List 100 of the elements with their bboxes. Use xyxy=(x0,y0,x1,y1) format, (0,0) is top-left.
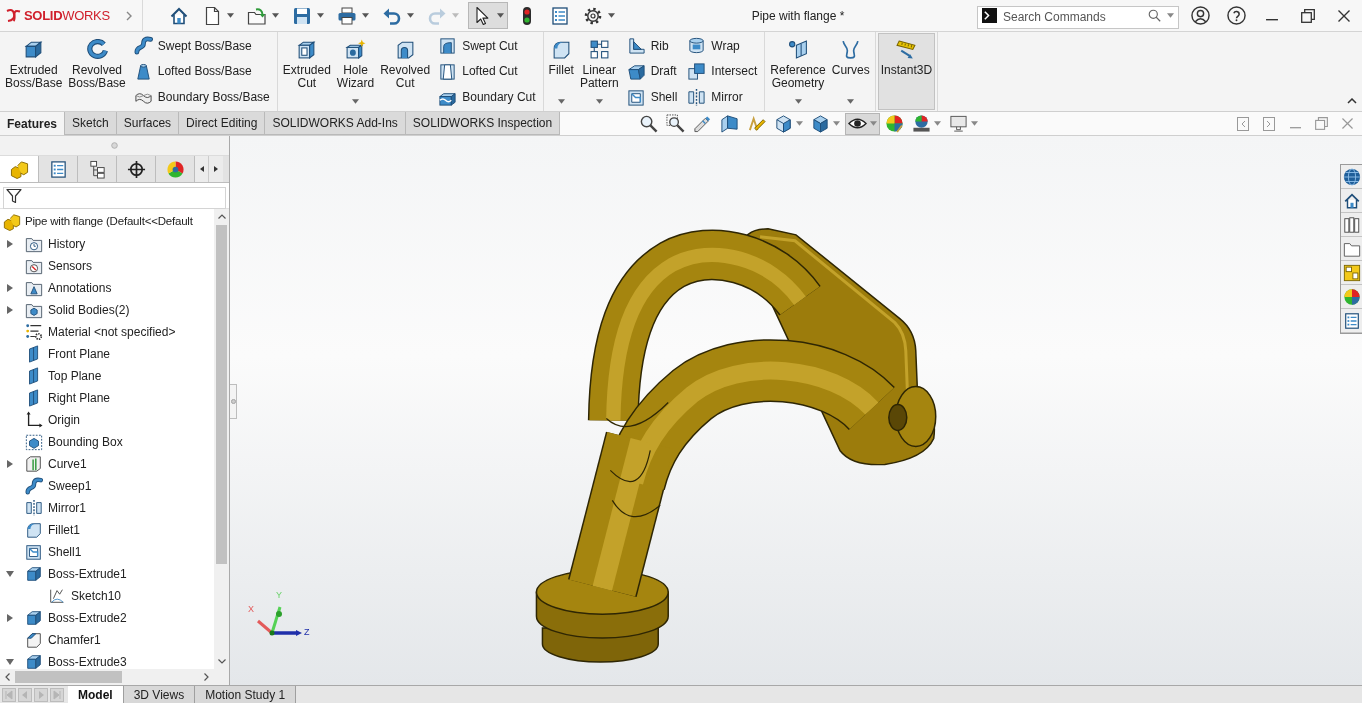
tree-item-label[interactable]: Curve1 xyxy=(48,455,87,473)
command-tab[interactable]: Surfaces xyxy=(116,112,180,135)
bottom-tab[interactable]: 3D Views xyxy=(123,686,196,703)
ribbon-tool-button[interactable]: Wrap xyxy=(685,33,760,58)
tree-item-label[interactable]: Sensors xyxy=(48,257,93,275)
wrapped-cylinder-icon xyxy=(687,36,707,56)
task-pane-button[interactable] xyxy=(1341,165,1362,189)
axis-label: X xyxy=(248,605,254,614)
ribbon-tool-button[interactable]: Revolved Boss/Base xyxy=(65,33,129,110)
tree-item-label[interactable]: Origin xyxy=(48,411,80,429)
ribbon-tool-button[interactable]: Shell xyxy=(624,85,680,110)
tree-item-label[interactable]: Top Plane xyxy=(48,367,102,385)
tree-root-label[interactable]: Pipe with flange (Default<<Default xyxy=(25,213,193,231)
toolbar-button[interactable] xyxy=(468,2,508,29)
scroll-left-button[interactable] xyxy=(195,156,209,182)
caret-down-icon xyxy=(497,13,504,18)
dock-left-button[interactable] xyxy=(1234,114,1252,133)
tree-item-label[interactable]: Material <not specified> xyxy=(48,323,176,341)
ribbon-tool-button[interactable]: Curves xyxy=(828,33,873,110)
rounded-block-icon xyxy=(25,521,43,539)
printer-icon xyxy=(337,5,357,26)
tree-item-label[interactable]: Annotations xyxy=(48,279,112,297)
ribbon-tool-button[interactable]: Lofted Cut xyxy=(436,59,538,84)
ribbon-tool-button[interactable]: Rib xyxy=(624,33,680,58)
command-tab[interactable]: Features xyxy=(0,112,66,135)
tapered-cut-block-icon xyxy=(438,62,458,81)
user-icon xyxy=(1190,6,1210,25)
tree-item-label[interactable]: Front Plane xyxy=(48,345,111,363)
folder-cube-icon xyxy=(25,301,43,319)
horizontal-scrollbar[interactable] xyxy=(0,669,229,685)
tree-item-label[interactable]: Mirror1 xyxy=(48,499,86,517)
dock-right-button[interactable] xyxy=(1260,114,1278,133)
minimize-icon xyxy=(1289,127,1301,129)
ribbon-tool-button[interactable]: Mirror xyxy=(685,85,760,110)
folder-arrow-icon xyxy=(247,5,267,26)
search-field[interactable]: Search Commands xyxy=(977,5,1179,29)
expand-arrow-icon[interactable] xyxy=(7,306,13,314)
ribbon-tool-button[interactable]: Extruded Cut xyxy=(279,33,334,110)
tree-item-label[interactable]: Chamfer1 xyxy=(48,631,101,649)
ribbon-tool-button[interactable]: Fillet xyxy=(545,33,577,110)
scroll-right-button[interactable] xyxy=(209,156,223,182)
ribbon-tool-button[interactable]: Instant3D xyxy=(877,33,936,110)
restore-icon xyxy=(1314,117,1328,130)
ribbon-tool-button[interactable]: Hole Wizard xyxy=(333,33,378,110)
view-toolbar-button[interactable] xyxy=(845,112,881,135)
caret-down-icon xyxy=(317,13,324,18)
expand-arrow-icon[interactable] xyxy=(7,614,13,622)
ribbon-tool-button[interactable]: Extruded Boss/Base xyxy=(2,33,66,110)
expand-arrow-icon[interactable] xyxy=(7,460,13,468)
panel-collapse-handle[interactable] xyxy=(230,384,237,419)
caret-down-icon xyxy=(595,99,603,104)
ribbon-tool-button[interactable]: Intersect xyxy=(685,59,760,84)
command-tab[interactable]: SOLIDWORKS Add-Ins xyxy=(265,112,406,135)
ribbon-tool-button[interactable]: Draft xyxy=(624,59,680,84)
curve-icon xyxy=(840,39,862,60)
ribbon-tool-button[interactable]: Linear Pattern xyxy=(576,33,622,110)
caret-down-icon xyxy=(1167,13,1174,18)
tree-item-label[interactable]: History xyxy=(48,235,86,253)
overlapping-blocks-icon xyxy=(687,62,707,81)
expand-arrow-icon[interactable] xyxy=(7,240,13,248)
expand-arrow-icon[interactable] xyxy=(7,284,13,292)
tree-item-label[interactable]: Boss-Extrude2 xyxy=(48,609,127,627)
folder-triangle-icon xyxy=(25,279,43,297)
command-tab[interactable]: Direct Editing xyxy=(179,112,266,135)
ribbon-tool-button[interactable]: Swept Cut xyxy=(436,33,538,58)
grip-dot-icon[interactable] xyxy=(111,142,118,149)
ribbon-tool-button[interactable]: Revolved Cut xyxy=(377,33,434,110)
caret-down-icon xyxy=(608,13,615,18)
vertical-scrollbar[interactable] xyxy=(214,209,229,669)
tilted-block-icon xyxy=(626,62,646,81)
tree-item-label[interactable]: Right Plane xyxy=(48,389,111,407)
command-tab[interactable]: SOLIDWORKS Inspection xyxy=(405,112,561,135)
filter-field[interactable] xyxy=(3,186,226,209)
tree-item-label[interactable]: Boss-Extrude1 xyxy=(48,565,127,583)
house-icon xyxy=(1342,191,1361,210)
axis-triad-icon xyxy=(256,605,303,636)
mirror-icon xyxy=(687,87,707,107)
tree-item-label[interactable]: Sweep1 xyxy=(48,477,92,495)
bounding-box-icon xyxy=(25,433,43,451)
ribbon-tool-button[interactable]: Swept Boss/Base xyxy=(131,33,272,58)
swept-tube-icon xyxy=(25,477,43,495)
bottom-tab[interactable]: Model xyxy=(68,686,124,703)
collapse-arrow-icon[interactable] xyxy=(6,659,14,665)
tree-item-label[interactable]: Bounding Box xyxy=(48,433,123,451)
tree-item-label[interactable]: Boss-Extrude3 xyxy=(48,653,127,669)
ribbon-tool-button[interactable]: Reference Geometry xyxy=(767,33,829,110)
tree-item-label[interactable]: Solid Bodies(2) xyxy=(48,301,130,319)
tree-item-label[interactable]: Sketch10 xyxy=(71,587,122,605)
collapse-arrow-icon[interactable] xyxy=(6,571,14,577)
caret-down-icon xyxy=(796,121,804,126)
help-icon xyxy=(1226,6,1246,25)
ribbon-tool-button[interactable]: Lofted Boss/Base xyxy=(131,59,272,84)
command-tab[interactable]: Sketch xyxy=(65,112,117,135)
ribbon-tool-button[interactable]: Boundary Cut xyxy=(436,85,538,110)
tree-item-label[interactable]: Fillet1 xyxy=(48,521,80,539)
ribbon-tool-button[interactable]: Boundary Boss/Base xyxy=(131,85,272,110)
bottom-tab[interactable]: Motion Study 1 xyxy=(195,686,297,703)
search-icon xyxy=(1148,9,1161,22)
panel-right-icon xyxy=(1263,116,1275,131)
tree-item-label[interactable]: Shell1 xyxy=(48,543,82,561)
